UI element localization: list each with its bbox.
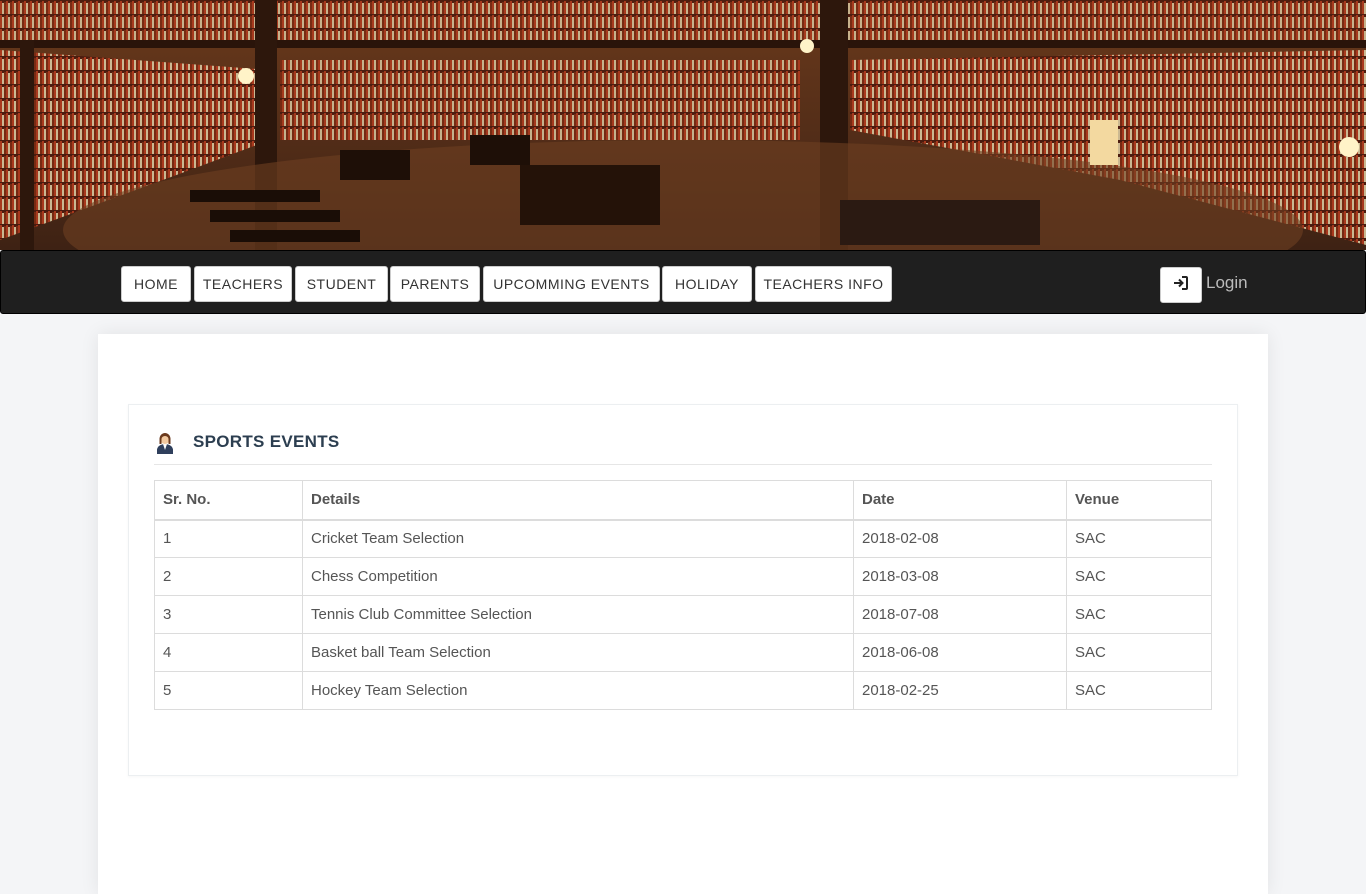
sports-events-panel: SPORTS EVENTS Sr. No. Details Date Venue… [128,404,1238,776]
library-banner-image [0,0,1366,250]
table-row: 2 Chess Competition 2018-03-08 SAC [154,557,1212,596]
cell-sr-no: 4 [154,633,303,672]
cell-sr-no: 3 [154,595,303,634]
cell-venue: SAC [1066,671,1212,710]
nav-home-button[interactable]: HOME [121,266,191,302]
column-header-venue: Venue [1066,480,1212,521]
nav-teachers-info-button[interactable]: TEACHERS INFO [755,266,892,302]
cell-date: 2018-07-08 [853,595,1067,634]
cell-date: 2018-02-25 [853,671,1067,710]
cell-sr-no: 1 [154,519,303,558]
column-header-details: Details [302,480,854,521]
login-icon-button[interactable] [1160,267,1202,303]
column-header-date: Date [853,480,1067,521]
panel-header: SPORTS EVENTS [154,427,1212,465]
cell-details: Basket ball Team Selection [302,633,854,672]
cell-details: Tennis Club Committee Selection [302,595,854,634]
cell-details: Cricket Team Selection [302,519,854,558]
cell-details: Hockey Team Selection [302,671,854,710]
cell-date: 2018-06-08 [853,633,1067,672]
main-navbar: HOME TEACHERS STUDENT PARENTS UPCOMMING … [0,250,1366,314]
cell-sr-no: 5 [154,671,303,710]
nav-student-button[interactable]: STUDENT [295,266,388,302]
sports-events-table: Sr. No. Details Date Venue 1 Cricket Tea… [154,480,1212,710]
cell-venue: SAC [1066,557,1212,596]
table-row: 1 Cricket Team Selection 2018-02-08 SAC [154,519,1212,558]
cell-venue: SAC [1066,519,1212,558]
column-header-sr-no: Sr. No. [154,480,303,521]
table-header-row: Sr. No. Details Date Venue [154,480,1212,521]
nav-teachers-button[interactable]: TEACHERS [194,266,292,302]
cell-venue: SAC [1066,595,1212,634]
person-icon [154,430,176,459]
cell-date: 2018-03-08 [853,557,1067,596]
table-row: 5 Hockey Team Selection 2018-02-25 SAC [154,671,1212,710]
cell-venue: SAC [1066,633,1212,672]
table-row: 3 Tennis Club Committee Selection 2018-0… [154,595,1212,634]
cell-date: 2018-02-08 [853,519,1067,558]
nav-upcoming-events-button[interactable]: UPCOMMING EVENTS [483,266,660,302]
nav-holiday-button[interactable]: HOLIDAY [662,266,752,302]
nav-parents-button[interactable]: PARENTS [390,266,480,302]
cell-details: Chess Competition [302,557,854,596]
sign-in-icon [1173,275,1189,296]
cell-sr-no: 2 [154,557,303,596]
login-link[interactable]: Login [1206,273,1248,293]
main-content-card: SPORTS EVENTS Sr. No. Details Date Venue… [98,334,1268,894]
table-row: 4 Basket ball Team Selection 2018-06-08 … [154,633,1212,672]
panel-title: SPORTS EVENTS [193,432,340,451]
